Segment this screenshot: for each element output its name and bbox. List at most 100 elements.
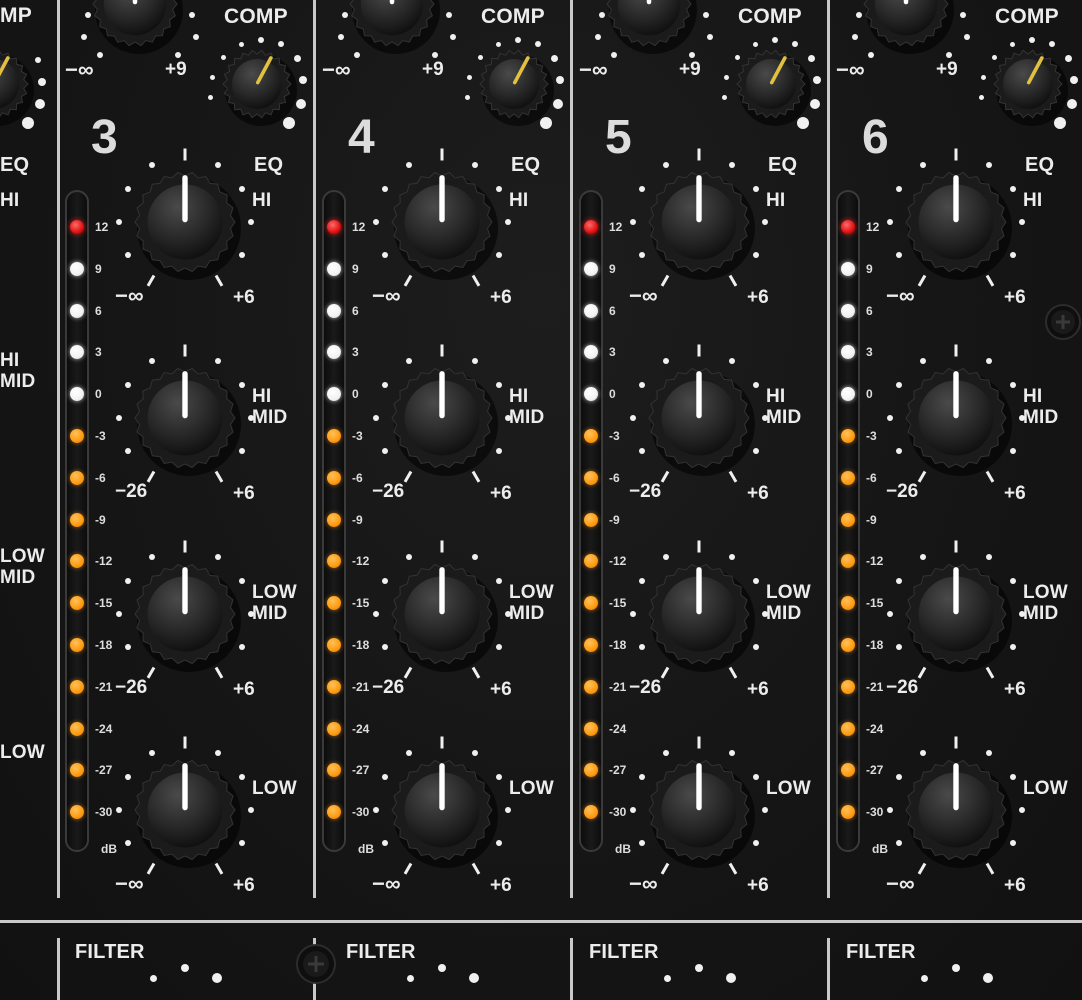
knob-scale-tick [697,148,701,160]
knob-scale-dot [729,553,735,560]
comp-scale-dot [258,37,264,43]
eq-knob[interactable] [382,358,502,478]
comp-scale-dot [556,76,564,84]
meter-unit-label: dB [358,842,374,856]
eq-band-label-2: MID [1023,603,1059,624]
eq-min-label: −26 [629,481,662,502]
meter-tick-label: -12 [95,554,113,569]
filter-scale-dot [181,964,189,972]
eq-knob[interactable] [125,162,245,282]
knob-scale-dot [215,357,221,364]
meter-tick-label: -30 [95,805,113,820]
filter-label: FILTER [346,941,416,963]
meter-tick-label: -3 [352,429,363,443]
knob-scale-dot [663,161,669,168]
eq-knob[interactable] [896,750,1016,870]
eq-knob[interactable] [125,750,245,870]
channel-number: 3 [91,111,118,164]
knob-scale-dot [630,415,636,421]
filter-divider [57,938,60,1000]
filter-label: FILTER [846,941,916,963]
eq-knob[interactable] [125,358,245,478]
meter-led-white [841,261,855,276]
comp-knob[interactable] [0,44,34,126]
comp-knob[interactable] [988,44,1068,126]
channel-divider [827,0,830,898]
eq-min-label: −∞ [372,283,401,308]
comp-scale-dot [535,41,541,47]
meter-led-orange [584,429,598,443]
knob-scale-dot [638,252,645,258]
comp-scale-dot [299,76,307,84]
eq-knob[interactable] [639,162,759,282]
meter-tick-label: -9 [609,512,620,527]
eq-knob[interactable] [125,554,245,674]
mixer-panel: MP EQ HI HI MID LOW MID LOW −∞ +9 COMP 3 EQ… [0,0,1082,1000]
comp-scale-dot [734,54,740,60]
meter-tick-label: 9 [95,261,102,276]
comp-scale-dot [238,41,244,47]
meter-led-white [584,303,598,318]
meter-led-orange [70,679,84,694]
comp-knob[interactable] [731,44,811,126]
gain-scale-dot [599,12,605,18]
eq-knob[interactable] [639,750,759,870]
comp-scale-dot [495,41,501,47]
gain-knob[interactable] [599,0,699,54]
eq-knob[interactable] [639,358,759,478]
eq-min-label: −∞ [372,871,401,896]
eq-band-label: HI [1023,386,1043,407]
gain-scale-dot [81,34,87,40]
comp-scale-dot [807,54,815,62]
meter-tick-label: 0 [95,387,102,402]
comp-knob[interactable] [217,44,297,126]
meter-led-red [584,220,598,234]
knob-scale-dot [149,553,155,560]
knob-scale-dot [215,161,221,168]
meter-tick-label: -27 [95,763,113,778]
knob-scale-tick [183,148,187,160]
knob-scale-dot [638,448,645,454]
meter-tick-label: -12 [866,554,884,569]
eq-knob[interactable] [382,162,502,282]
meter-tick-label: -21 [95,679,113,694]
eq-max-label: +6 [747,287,769,308]
filter-scale-dot [469,973,479,983]
channel-divider [570,0,573,898]
knob-scale-tick [954,344,958,356]
knob-scale-dot [381,644,388,650]
eq-knob[interactable] [896,358,1016,478]
meter-tick-label: -24 [866,721,884,736]
gain-knob[interactable] [342,0,442,54]
comp-knob[interactable] [474,44,554,126]
eq-knob[interactable] [639,554,759,674]
meter-tick-label: -15 [352,596,370,611]
eq-knob[interactable] [896,162,1016,282]
comp-scale-dot [1070,76,1078,84]
filter-scale-dot [695,964,703,972]
knob-scale-dot [381,252,388,258]
knob-scale-dot [887,807,893,813]
meter-led-white [841,303,855,318]
gain-knob[interactable] [856,0,956,54]
meter-tick-label: -6 [866,470,877,485]
eq-band-label: LOW [1023,582,1068,603]
eq-max-label: +6 [490,875,512,896]
gain-scale-dot [868,52,874,58]
comp-scale-dot [220,54,226,60]
eq-min-label: −∞ [115,283,144,308]
comp-scale-dot [296,99,306,109]
comp-scale-dot [466,74,472,80]
meter-tick-label: -21 [609,679,627,694]
gain-knob[interactable] [85,0,185,54]
knob-scale-dot [630,611,636,617]
knob-scale-tick [183,736,187,748]
eq-band-label: LOW [509,582,554,603]
meter-led-orange [584,470,598,485]
eq-knob[interactable] [382,750,502,870]
eq-knob[interactable] [896,554,1016,674]
eq-knob[interactable] [382,554,502,674]
gain-scale-dot [338,34,344,40]
knob-scale-dot [895,644,902,650]
knob-scale-dot [630,219,636,225]
